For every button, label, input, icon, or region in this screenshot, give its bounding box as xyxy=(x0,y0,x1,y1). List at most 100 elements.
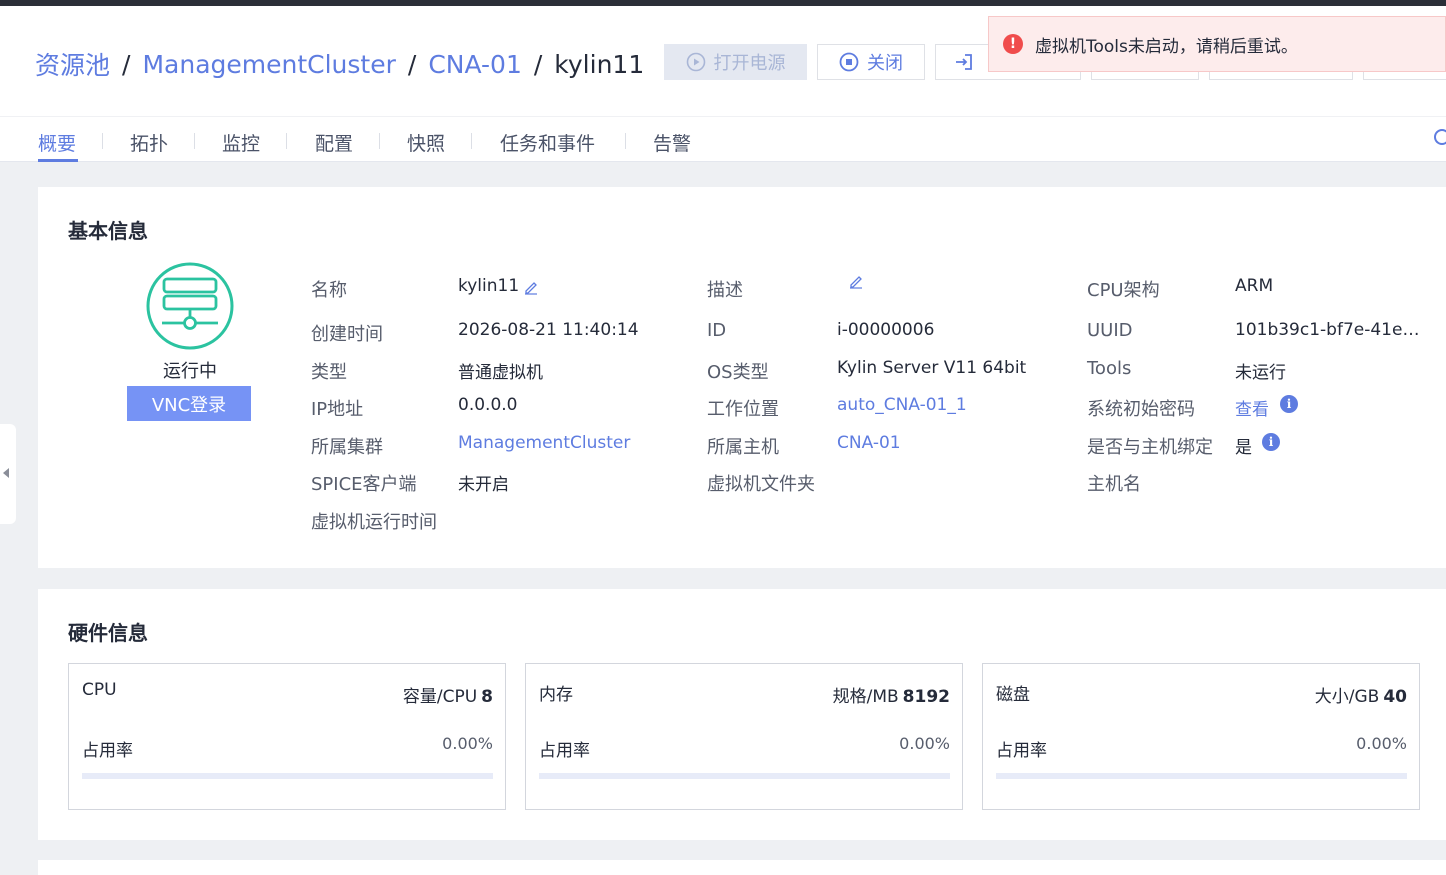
toast-message: 虚拟机Tools未启动，请稍后重试。 xyxy=(1035,36,1298,57)
field-label-host-binding: 是否与主机绑定 xyxy=(1087,437,1213,458)
play-circle-icon xyxy=(686,52,705,72)
field-value-os-type: Kylin Server V11 64bit xyxy=(837,358,1027,378)
hardware-disk-box: 磁盘 大小/GB 40 占用率 0.00% xyxy=(982,663,1420,810)
tab-divider xyxy=(379,133,380,149)
memory-spec-value: 8192 xyxy=(902,687,950,707)
field-value-type: 普通虚拟机 xyxy=(458,363,543,383)
refresh-icon[interactable] xyxy=(1434,129,1446,145)
field-label-spice: SPICE客户端 xyxy=(311,474,417,495)
hardware-info-card: 硬件信息 CPU 容量/CPU 8 占用率 0.00% 内存 规格/MB 8192 … xyxy=(38,589,1446,840)
field-value-host-link[interactable]: CNA-01 xyxy=(837,433,901,453)
breadcrumb-cluster[interactable]: ManagementCluster xyxy=(142,50,395,79)
sidebar-collapse-handle[interactable] xyxy=(0,424,16,524)
tab-divider xyxy=(471,133,472,149)
vm-running-icon xyxy=(146,262,234,350)
field-label-uptime: 虚拟机运行时间 xyxy=(311,512,437,533)
hardware-disk-spec: 大小/GB 40 xyxy=(1315,682,1407,707)
cpu-usage-value: 0.00% xyxy=(442,734,493,753)
tab-snapshot[interactable]: 快照 xyxy=(407,129,445,156)
field-value-cluster-link[interactable]: ManagementCluster xyxy=(458,433,630,453)
memory-usage-label: 占用率 xyxy=(539,741,590,761)
enter-icon xyxy=(956,54,972,70)
tab-divider xyxy=(286,133,287,149)
active-tab-indicator xyxy=(38,159,78,162)
field-label-type: 类型 xyxy=(311,362,347,383)
vm-status-text: 运行中 xyxy=(163,361,217,382)
memory-usage-value: 0.00% xyxy=(899,734,950,753)
disk-usage-label: 占用率 xyxy=(996,741,1047,761)
hardware-memory-name: 内存 xyxy=(539,685,573,705)
field-value-name: kylin11 xyxy=(458,276,520,296)
field-value-spice: 未开启 xyxy=(458,475,509,495)
breadcrumb-resource-pool[interactable]: 资源池 xyxy=(35,46,110,82)
disk-usage-bar xyxy=(996,773,1407,779)
field-label-cpu-arch: CPU架构 xyxy=(1087,280,1160,301)
breadcrumb-current-vm: kylin11 xyxy=(554,49,645,79)
password-info-icon[interactable]: i xyxy=(1280,395,1298,413)
vnc-login-button[interactable]: VNC登录 xyxy=(127,386,251,421)
hardware-cpu-spec: 容量/CPU 8 xyxy=(403,682,493,707)
field-value-cpu-arch: ARM xyxy=(1235,276,1274,296)
disk-spec-value: 40 xyxy=(1383,687,1407,707)
memory-spec-label: 规格/MB xyxy=(832,687,899,707)
breadcrumb-separator: / xyxy=(533,49,543,79)
field-label-description: 描述 xyxy=(707,280,743,301)
breadcrumb-separator: / xyxy=(122,49,131,79)
breadcrumb-separator: / xyxy=(407,49,417,79)
cpu-usage-label: 占用率 xyxy=(82,741,133,761)
shutdown-button[interactable]: 关闭 xyxy=(817,44,925,80)
tab-topology[interactable]: 拓扑 xyxy=(130,129,168,156)
hardware-info-title: 硬件信息 xyxy=(68,621,148,645)
field-label-init-password: 系统初始密码 xyxy=(1087,399,1195,420)
hardware-cpu-box: CPU 容量/CPU 8 占用率 0.00% xyxy=(68,663,506,810)
tab-divider xyxy=(102,133,103,149)
tab-alarms[interactable]: 告警 xyxy=(653,129,691,156)
field-label-name: 名称 xyxy=(311,280,347,301)
field-value-host-binding: 是 xyxy=(1235,438,1252,458)
next-section-card xyxy=(38,860,1446,875)
field-label-hostname: 主机名 xyxy=(1087,474,1141,495)
field-label-host: 所属主机 xyxy=(707,437,779,458)
edit-name-icon[interactable] xyxy=(523,279,539,295)
field-label-os-type: OS类型 xyxy=(707,362,769,383)
cpu-spec-value: 8 xyxy=(481,687,493,707)
disk-spec-label: 大小/GB xyxy=(1314,687,1380,707)
tab-config[interactable]: 配置 xyxy=(315,129,353,156)
host-binding-info-icon[interactable]: i xyxy=(1262,433,1280,451)
edit-description-icon[interactable] xyxy=(848,273,864,289)
cpu-spec-label: 容量/CPU xyxy=(402,687,478,707)
breadcrumb-host[interactable]: CNA-01 xyxy=(428,50,522,79)
field-value-ip: 0.0.0.0 xyxy=(458,395,518,415)
field-label-vm-folder: 虚拟机文件夹 xyxy=(707,474,815,495)
stop-circle-icon xyxy=(839,52,859,72)
view-password-link[interactable]: 查看 xyxy=(1235,395,1269,420)
breadcrumb: 资源池 / ManagementCluster / CNA-01 / kylin… xyxy=(35,46,644,82)
field-label-ip: IP地址 xyxy=(311,399,364,420)
tab-monitor[interactable]: 监控 xyxy=(222,129,260,156)
cpu-usage-bar xyxy=(82,773,493,779)
field-value-location-link[interactable]: auto_CNA-01_1 xyxy=(837,395,967,415)
field-label-cluster: 所属集群 xyxy=(311,437,383,458)
shutdown-label: 关闭 xyxy=(867,53,903,74)
field-label-tools: Tools xyxy=(1087,358,1132,379)
field-label-id: ID xyxy=(707,320,727,341)
field-value-id: i-00000006 xyxy=(837,320,935,340)
tab-divider xyxy=(194,133,195,149)
basic-info-title: 基本信息 xyxy=(68,219,148,243)
error-icon: ! xyxy=(1003,34,1023,54)
hardware-cpu-name: CPU xyxy=(82,680,117,700)
hardware-memory-box: 内存 规格/MB 8192 占用率 0.00% xyxy=(525,663,963,810)
tab-overview[interactable]: 概要 xyxy=(38,129,76,156)
tab-tasks-events[interactable]: 任务和事件 xyxy=(500,129,595,156)
memory-usage-bar xyxy=(539,773,950,779)
field-value-tools: 未运行 xyxy=(1235,363,1286,383)
power-on-button[interactable]: 打开电源 xyxy=(664,44,807,80)
field-label-created: 创建时间 xyxy=(311,324,383,345)
power-on-label: 打开电源 xyxy=(713,53,786,74)
field-label-uuid: UUID xyxy=(1087,320,1133,341)
hardware-disk-name: 磁盘 xyxy=(996,685,1030,705)
field-label-location: 工作位置 xyxy=(707,399,779,420)
hardware-memory-spec: 规格/MB 8192 xyxy=(833,682,950,707)
disk-usage-value: 0.00% xyxy=(1356,734,1407,753)
basic-info-card: 基本信息 运行中 VNC登录 名称 kylin11 创建时间 2026-08-2… xyxy=(38,187,1446,568)
